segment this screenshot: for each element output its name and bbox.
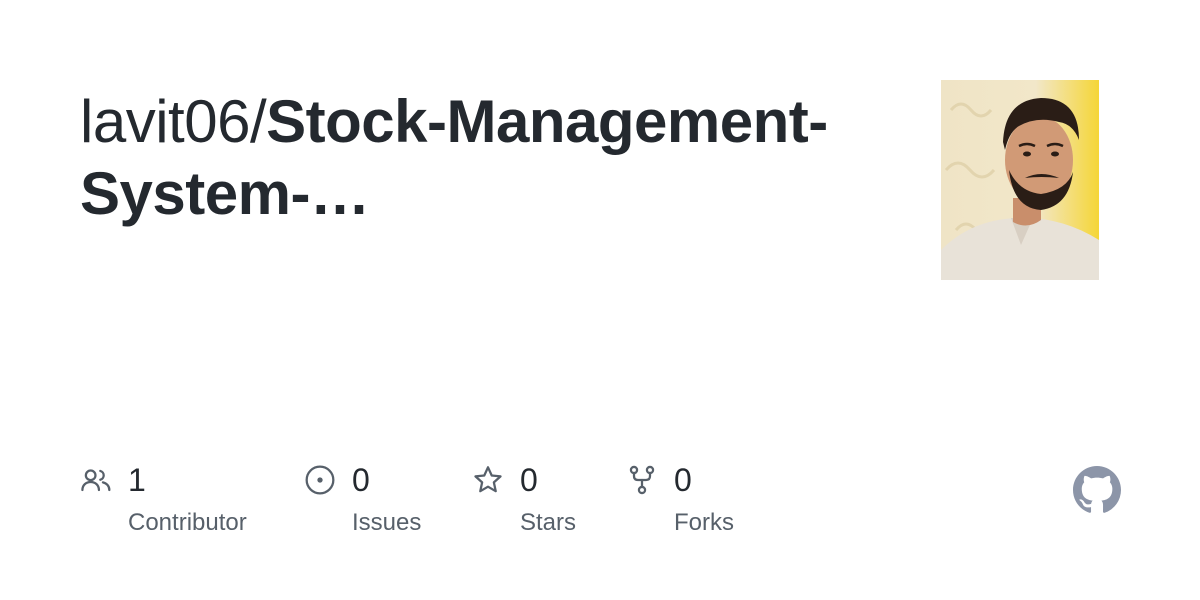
owner-avatar: [941, 80, 1099, 280]
people-icon: [81, 469, 111, 492]
stars-count: 0: [520, 462, 538, 498]
issues-count: 0: [352, 462, 370, 498]
repo-forked-icon: [629, 465, 655, 495]
issue-opened-icon: [305, 465, 335, 495]
stars-label: Stars: [520, 509, 577, 536]
forks-count: 0: [674, 462, 692, 498]
repo-stats: 1 Contributor 0 Issues 0 Stars 0 Forks: [0, 448, 1200, 548]
contributor-label: Contributor: [128, 509, 247, 536]
star-icon: [474, 466, 502, 493]
repo-social-card: lavit06/Stock-Management-System-… 1 Cont…: [0, 0, 1200, 600]
forks-label: Forks: [674, 509, 734, 536]
github-mark-icon: [1073, 466, 1121, 513]
contributor-count: 1: [128, 462, 146, 498]
repo-owner: lavit06/: [80, 88, 267, 155]
issues-label: Issues: [352, 509, 422, 536]
repo-title: lavit06/Stock-Management-System-…: [80, 86, 840, 230]
avatar-photo: [941, 80, 1099, 280]
